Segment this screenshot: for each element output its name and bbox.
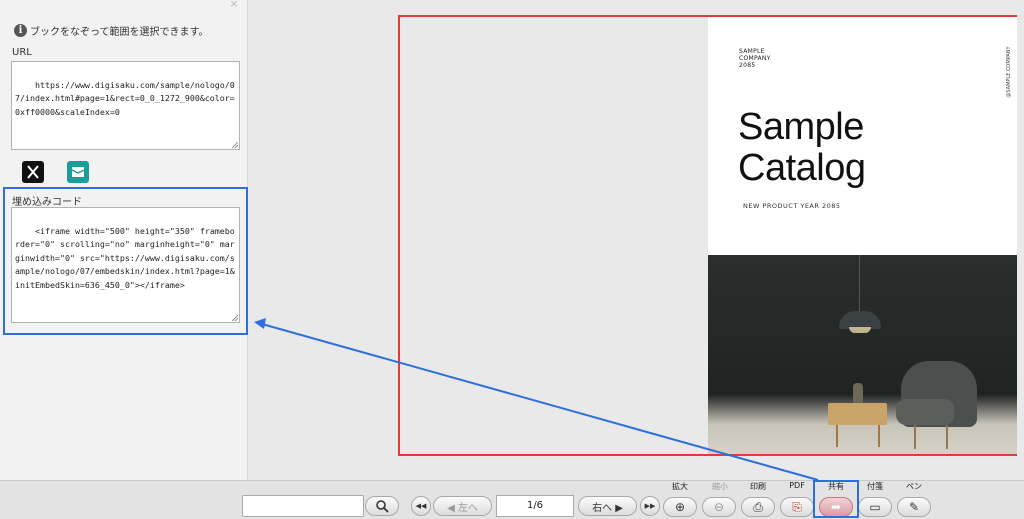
first-page-button[interactable]: ◀◀ [411, 496, 431, 516]
info-text: ブックをなぞって範囲を選択できます。 [30, 27, 209, 38]
url-label: URL [12, 47, 32, 58]
resize-grip-icon[interactable] [232, 142, 238, 148]
close-icon[interactable]: × [228, 0, 240, 10]
embed-code-highlight [3, 187, 248, 335]
prev-page-label: ◀ 左へ [447, 502, 478, 514]
company-line: 2085 [739, 62, 756, 69]
side-table-legs [836, 425, 880, 447]
last-page-icon: ▶▶ [644, 502, 656, 510]
search-input[interactable] [242, 495, 364, 517]
sticky-note-icon: ▭ [869, 500, 881, 514]
company-name: SAMPLE COMPANY 2085 [739, 48, 771, 69]
zoom-in-button[interactable]: ⊕ [663, 497, 697, 517]
print-button[interactable]: ⎙ [741, 497, 775, 517]
interior-photo [708, 255, 1017, 454]
info-icon: i [14, 24, 27, 37]
x-logo-icon [27, 165, 39, 179]
zoom-out-icon: ⊖ [713, 500, 725, 514]
info-message: i ブックをなぞって範囲を選択できます。 [14, 23, 209, 38]
next-page-label: 右へ ▶ [592, 502, 623, 514]
title-line: Sample [738, 106, 864, 148]
prev-page-button[interactable]: ◀ 左へ [433, 496, 492, 516]
lamp-glow [849, 327, 871, 333]
pdf-label: PDF [789, 481, 805, 490]
book-page[interactable]: SAMPLE COMPANY 2085 @SAMPLE COMPANY Samp… [708, 17, 1017, 454]
url-value: https://www.digisaku.com/sample/nologo/0… [15, 79, 235, 117]
url-textarea[interactable]: https://www.digisaku.com/sample/nologo/0… [11, 61, 240, 150]
title-line: Catalog [738, 147, 866, 189]
company-line: SAMPLE [739, 48, 765, 55]
pdf-icon: ⎘ [792, 499, 802, 514]
zoom-in-icon: ⊕ [674, 500, 686, 514]
vertical-credit: @SAMPLE COMPANY [1006, 46, 1012, 98]
pen-icon: ✎ [908, 500, 920, 514]
print-icon: ⎙ [753, 499, 763, 514]
pen-button[interactable]: ✎ [897, 497, 931, 517]
armchair-seat [896, 399, 954, 425]
last-page-button[interactable]: ▶▶ [640, 496, 660, 516]
side-table [828, 403, 887, 425]
sticky-note-button[interactable]: ▭ [858, 497, 892, 517]
search-icon [376, 500, 389, 513]
zoom-in-label: 拡大 [672, 482, 688, 491]
sticky-note-label: 付箋 [867, 482, 883, 491]
armchair-leg [914, 425, 916, 449]
print-label: 印刷 [750, 482, 766, 491]
next-page-button[interactable]: 右へ ▶ [578, 496, 637, 516]
mail-icon [71, 167, 85, 177]
catalog-title: Sample Catalog [738, 106, 866, 189]
catalog-subtitle: NEW PRODUCT YEAR 2085 [743, 202, 841, 210]
pdf-button[interactable]: ⎘ [780, 497, 814, 517]
company-line: COMPANY [739, 55, 771, 62]
first-page-icon: ◀◀ [415, 502, 427, 510]
x-share-button[interactable] [22, 161, 44, 183]
lamp-cord [859, 255, 860, 313]
zoom-out-button[interactable]: ⊖ [702, 497, 736, 517]
armchair-leg [946, 425, 948, 449]
page-indicator[interactable]: 1/6 [496, 495, 574, 517]
search-button[interactable] [365, 496, 399, 516]
zoom-out-label: 縮小 [712, 482, 728, 491]
mail-share-button[interactable] [67, 161, 89, 183]
pen-label: ペン [906, 482, 922, 491]
vase [853, 383, 863, 403]
share-button-highlight [813, 480, 859, 518]
